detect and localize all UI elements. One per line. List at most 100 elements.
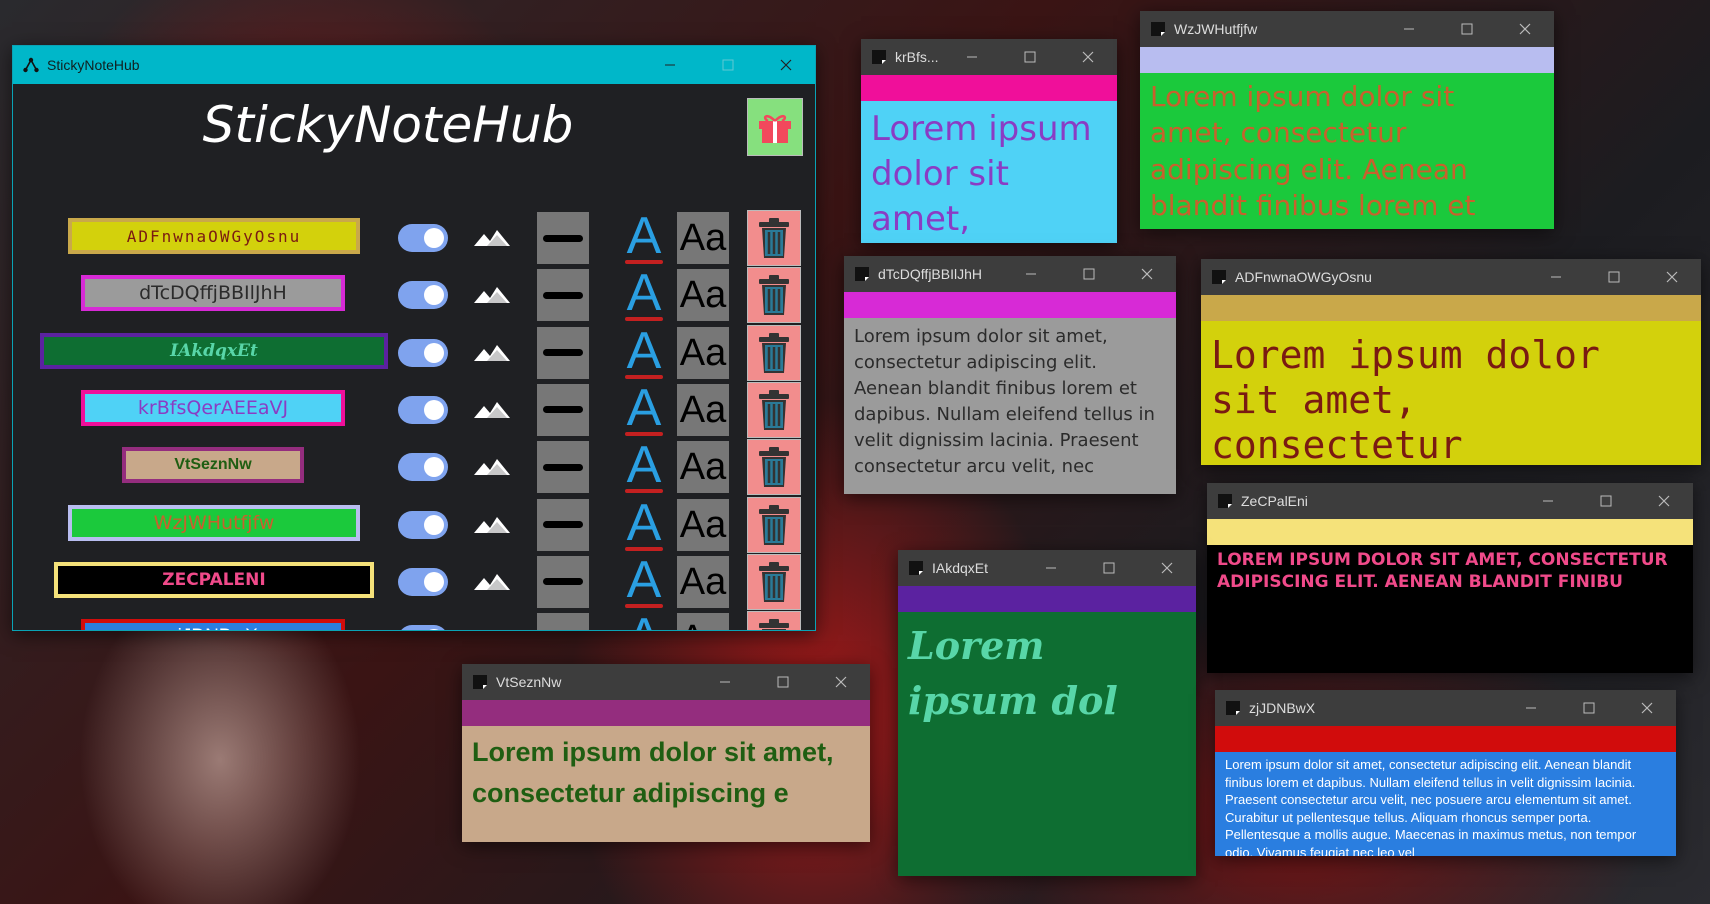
- font-style-button[interactable]: Aa: [677, 498, 729, 551]
- main-titlebar[interactable]: StickyNoteHub: [13, 46, 815, 84]
- note-color-strip[interactable]: [1140, 47, 1554, 73]
- note-color-strip[interactable]: [861, 75, 1117, 101]
- delete-note-button[interactable]: [747, 381, 801, 438]
- delete-note-button[interactable]: [747, 439, 801, 496]
- note-open-button[interactable]: krBfsQerAEEaVJ: [81, 389, 345, 426]
- close-button[interactable]: [1496, 11, 1554, 47]
- note-open-button[interactable]: ADFnwnaOWGyOsnu: [68, 218, 360, 254]
- note-titlebar[interactable]: krBfs...: [861, 39, 1117, 75]
- minimize-button[interactable]: [696, 664, 754, 700]
- minimize-button[interactable]: [943, 39, 1001, 75]
- close-button[interactable]: [1118, 256, 1176, 292]
- font-style-button[interactable]: Aa: [677, 441, 729, 494]
- maximize-button[interactable]: [699, 46, 757, 84]
- minimize-button[interactable]: [1002, 256, 1060, 292]
- delete-note-button[interactable]: [747, 611, 801, 630]
- note-body[interactable]: Lorem ipsum dolor sit amet, consectetur: [1201, 321, 1701, 465]
- maximize-button[interactable]: [1585, 259, 1643, 295]
- note-titlebar[interactable]: ZeCPalEni: [1207, 483, 1693, 519]
- minimize-note-button[interactable]: [537, 326, 589, 379]
- note-body[interactable]: Lorem ipsum dolor sit amet, consectetur …: [844, 318, 1176, 494]
- maximize-button[interactable]: [1438, 11, 1496, 47]
- visibility-toggle[interactable]: [398, 567, 448, 596]
- font-style-button[interactable]: Aa: [677, 269, 729, 322]
- note-open-button[interactable]: IAkdqxEt: [40, 332, 388, 369]
- note-window-dtcdqffjbbiljhh[interactable]: dTcDQffjBBIlJhH Lorem ipsum dolor sit am…: [844, 256, 1176, 494]
- visibility-toggle[interactable]: [398, 453, 448, 482]
- delete-note-button[interactable]: [747, 324, 801, 381]
- note-body[interactable]: Lorem ipsum dol: [898, 612, 1196, 876]
- delete-note-button[interactable]: [747, 553, 801, 610]
- font-color-button[interactable]: A: [619, 611, 669, 630]
- maximize-button[interactable]: [1080, 550, 1138, 586]
- note-window-zecpaleni[interactable]: ZeCPalEni LOREM IPSUM DOLOR SIT AMET, CO…: [1207, 483, 1693, 673]
- close-button[interactable]: [812, 664, 870, 700]
- visibility-toggle[interactable]: [398, 281, 448, 310]
- minimize-note-button[interactable]: [537, 212, 589, 264]
- background-image-button[interactable]: [473, 455, 511, 481]
- note-color-strip[interactable]: [898, 586, 1196, 612]
- font-color-button[interactable]: A: [619, 554, 669, 610]
- font-color-button[interactable]: A: [619, 439, 669, 495]
- font-style-button[interactable]: Aa: [677, 613, 729, 630]
- note-color-strip[interactable]: [1201, 295, 1701, 321]
- minimize-button[interactable]: [1022, 550, 1080, 586]
- note-color-strip[interactable]: [844, 292, 1176, 318]
- maximize-button[interactable]: [754, 664, 812, 700]
- note-titlebar[interactable]: IAkdqxEt: [898, 550, 1196, 586]
- minimize-note-button[interactable]: [537, 269, 589, 322]
- note-titlebar[interactable]: dTcDQffjBBIlJhH: [844, 256, 1176, 292]
- background-image-button[interactable]: [473, 627, 511, 630]
- note-color-strip[interactable]: [1207, 519, 1693, 545]
- minimize-button[interactable]: [1502, 690, 1560, 726]
- background-image-button[interactable]: [473, 398, 511, 424]
- note-color-strip[interactable]: [462, 700, 870, 726]
- close-button[interactable]: [1138, 550, 1196, 586]
- close-button[interactable]: [1059, 39, 1117, 75]
- close-button[interactable]: [1618, 690, 1676, 726]
- visibility-toggle[interactable]: [398, 395, 448, 424]
- delete-note-button[interactable]: [747, 267, 801, 324]
- background-image-button[interactable]: [473, 513, 511, 539]
- minimize-note-button[interactable]: [537, 613, 589, 630]
- note-titlebar[interactable]: zjJDNBwX: [1215, 690, 1676, 726]
- maximize-button[interactable]: [1001, 39, 1059, 75]
- gift-button[interactable]: [747, 98, 803, 156]
- visibility-toggle[interactable]: [398, 625, 448, 630]
- font-color-button[interactable]: A: [619, 210, 669, 266]
- maximize-button[interactable]: [1577, 483, 1635, 519]
- note-body[interactable]: Lorem ipsum dolor sit amet, consectetur …: [1140, 73, 1554, 229]
- note-open-button[interactable]: ZECPALENI: [54, 561, 374, 598]
- font-color-button[interactable]: A: [619, 497, 669, 553]
- minimize-button[interactable]: [1519, 483, 1577, 519]
- maximize-button[interactable]: [1060, 256, 1118, 292]
- note-window-wzjwhutfjfw[interactable]: WzJWHutfjfw Lorem ipsum dolor sit amet, …: [1140, 11, 1554, 229]
- minimize-button[interactable]: [641, 46, 699, 84]
- minimize-button[interactable]: [1380, 11, 1438, 47]
- visibility-toggle[interactable]: [398, 338, 448, 367]
- font-color-button[interactable]: A: [619, 267, 669, 323]
- note-open-button[interactable]: WzJWHutfjfw: [68, 504, 360, 541]
- font-style-button[interactable]: Aa: [677, 555, 729, 608]
- font-style-button[interactable]: Aa: [677, 212, 729, 264]
- maximize-button[interactable]: [1560, 690, 1618, 726]
- font-style-button[interactable]: Aa: [677, 383, 729, 436]
- minimize-note-button[interactable]: [537, 383, 589, 436]
- note-titlebar[interactable]: ADFnwnaOWGyOsnu: [1201, 259, 1701, 295]
- note-body[interactable]: Lorem ipsum dolor sit amet, consectetur …: [462, 726, 870, 842]
- delete-note-button[interactable]: [747, 496, 801, 553]
- note-body[interactable]: Lorem ipsum dolor sit amet, consectetur …: [1215, 752, 1676, 856]
- delete-note-button[interactable]: [747, 210, 801, 266]
- background-image-button[interactable]: [473, 226, 511, 252]
- minimize-note-button[interactable]: [537, 441, 589, 494]
- visibility-toggle[interactable]: [398, 510, 448, 539]
- font-style-button[interactable]: Aa: [677, 326, 729, 379]
- visibility-toggle[interactable]: [398, 224, 448, 252]
- note-window-zjjdnbwx[interactable]: zjJDNBwX Lorem ipsum dolor sit amet, con…: [1215, 690, 1676, 856]
- note-body[interactable]: Lorem ipsum dolor sit amet, consectetur: [861, 101, 1117, 243]
- note-window-vtseznnw[interactable]: VtSeznNw Lorem ipsum dolor sit amet, con…: [462, 664, 870, 842]
- close-button[interactable]: [1635, 483, 1693, 519]
- note-window-iakdqxet[interactable]: IAkdqxEt Lorem ipsum dol: [898, 550, 1196, 876]
- background-image-button[interactable]: [473, 570, 511, 596]
- note-open-button[interactable]: zjJDNBwX: [81, 619, 345, 630]
